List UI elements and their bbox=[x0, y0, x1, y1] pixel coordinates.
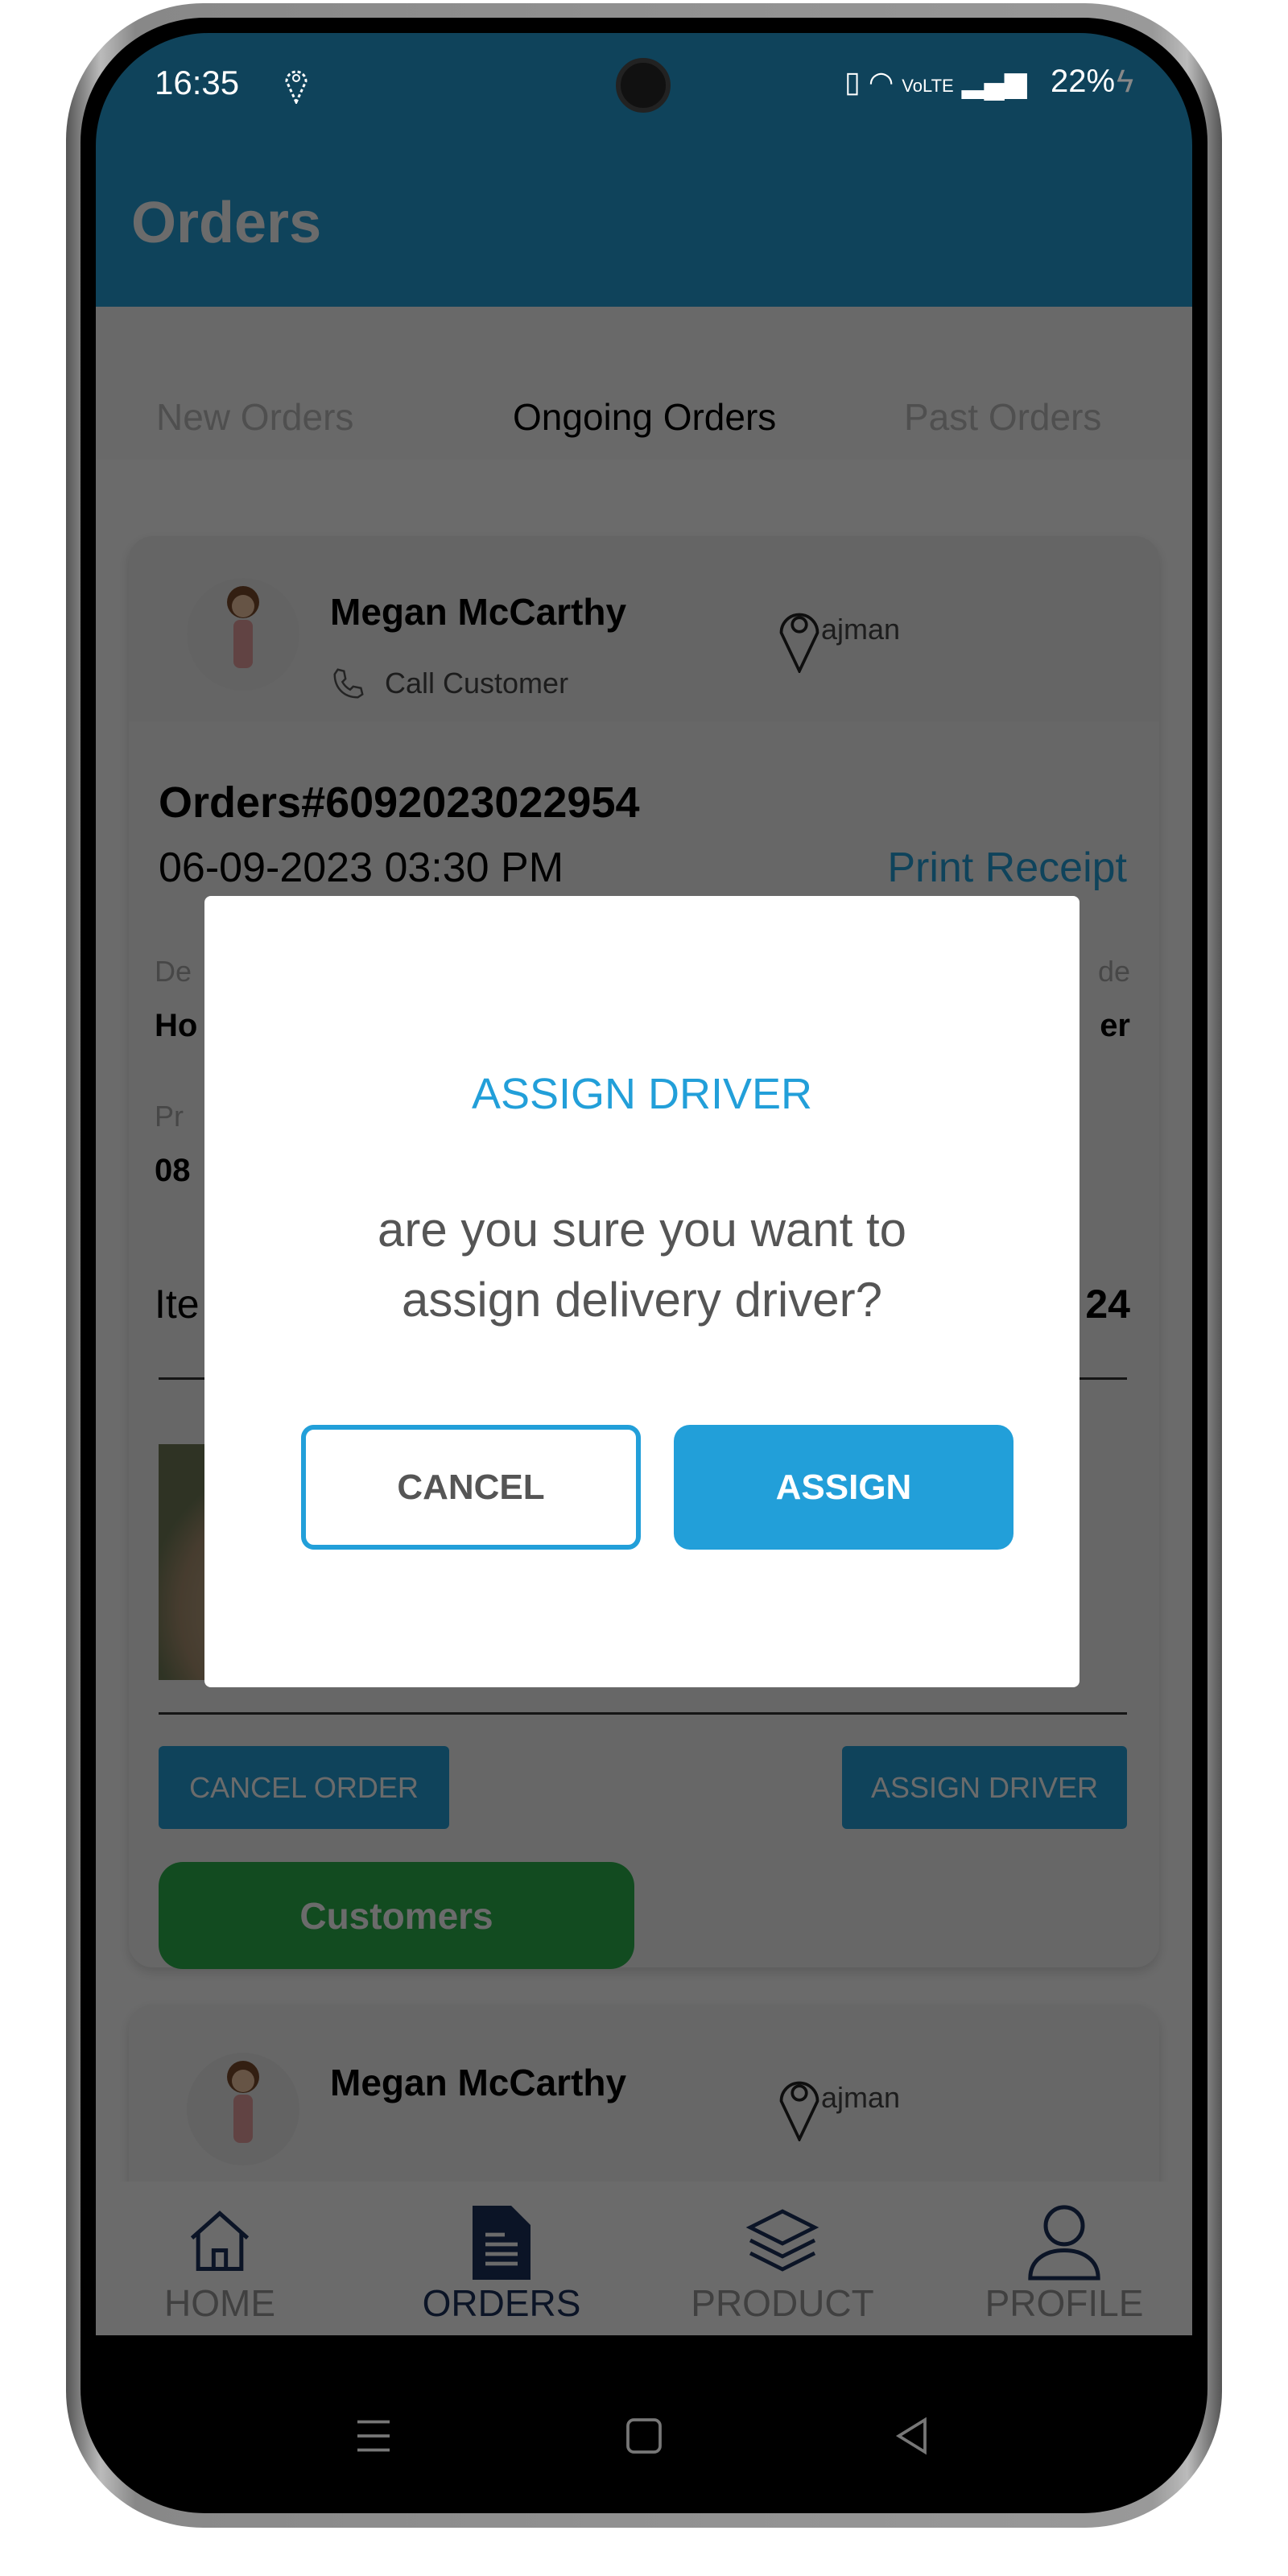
user-icon bbox=[1028, 2205, 1100, 2281]
field-label: Pr bbox=[155, 1100, 184, 1133]
field-value: Ho bbox=[155, 1008, 198, 1043]
dialog-cancel-button[interactable]: CANCEL bbox=[301, 1425, 641, 1550]
customer-name: Megan McCarthy bbox=[330, 591, 627, 633]
nav-profile[interactable]: PROFILE bbox=[943, 2182, 1185, 2335]
tab-ongoing-orders[interactable]: Ongoing Orders bbox=[513, 395, 776, 439]
nav-label: ORDERS bbox=[422, 2282, 581, 2324]
customers-button[interactable]: Customers bbox=[159, 1862, 634, 1969]
dialog-message-line2: assign delivery driver? bbox=[402, 1273, 882, 1327]
order-number: Orders#6092023022954 bbox=[159, 778, 640, 827]
location-pin-icon bbox=[779, 2081, 819, 2141]
customer-name: Megan McCarthy bbox=[330, 2062, 627, 2103]
field-value: er bbox=[1100, 1008, 1130, 1043]
nav-product[interactable]: PRODUCT bbox=[662, 2182, 903, 2335]
home-icon bbox=[190, 2211, 250, 2271]
nav-label: HOME bbox=[164, 2282, 275, 2324]
charging-icon: ϟ bbox=[1117, 64, 1134, 99]
home-button-icon[interactable] bbox=[624, 2416, 664, 2456]
bottom-nav: HOME ORDERS PRODUCT PROFILE bbox=[96, 2182, 1192, 2335]
document-icon bbox=[473, 2206, 530, 2280]
layers-icon bbox=[745, 2209, 819, 2272]
location-pin-icon bbox=[779, 613, 819, 673]
order-tabs: New Orders Ongoing Orders Past Orders bbox=[96, 307, 1192, 460]
tab-past-orders[interactable]: Past Orders bbox=[904, 395, 1101, 439]
dialog-assign-button[interactable]: ASSIGN bbox=[674, 1425, 1013, 1550]
recent-apps-icon[interactable] bbox=[353, 2416, 394, 2456]
battery-level: 22% bbox=[1051, 64, 1116, 99]
assign-driver-button[interactable]: ASSIGN DRIVER bbox=[842, 1746, 1127, 1829]
screen: Orders New Orders Ongoing Orders Past Or… bbox=[96, 33, 1192, 2496]
camera-cutout bbox=[616, 58, 671, 113]
page-title: Orders bbox=[131, 191, 322, 255]
back-icon[interactable] bbox=[893, 2416, 933, 2456]
status-bar: 16:35 ▯ ◠ VoLTE ▂▄▆ 22% ϟ bbox=[96, 33, 1192, 138]
clock: 16:35 bbox=[155, 64, 240, 101]
dialog-title: ASSIGN DRIVER bbox=[471, 1070, 813, 1118]
wifi-icon: ◠ bbox=[868, 65, 894, 98]
vibrate-icon: ▯ bbox=[844, 65, 861, 98]
field-label: De bbox=[155, 955, 192, 988]
cancel-order-button[interactable]: CANCEL ORDER bbox=[159, 1746, 449, 1829]
items-total: 24 bbox=[1085, 1282, 1130, 1327]
avatar bbox=[187, 2053, 299, 2165]
assign-driver-dialog: ASSIGN DRIVER are you sure you want to a… bbox=[204, 896, 1080, 1687]
nav-label: PROFILE bbox=[985, 2282, 1144, 2324]
divider bbox=[159, 1712, 1127, 1715]
call-customer-link[interactable]: Call Customer bbox=[385, 667, 568, 700]
order-date: 06-09-2023 03:30 PM bbox=[159, 844, 564, 891]
nav-label: PRODUCT bbox=[691, 2282, 874, 2324]
nav-home[interactable]: HOME bbox=[99, 2182, 341, 2335]
customer-location: ajman bbox=[821, 613, 901, 646]
status-icons: ▯ ◠ VoLTE ▂▄▆ bbox=[844, 65, 1027, 99]
items-label: Ite bbox=[155, 1282, 200, 1327]
signal-icon: ▂▄▆ bbox=[961, 65, 1027, 98]
system-nav-bar bbox=[96, 2335, 1192, 2496]
print-receipt-link[interactable]: Print Receipt bbox=[887, 844, 1127, 892]
phone-icon bbox=[333, 668, 364, 699]
dialog-message-line1: are you sure you want to bbox=[377, 1203, 907, 1257]
avatar bbox=[187, 578, 299, 691]
field-label: de bbox=[1097, 955, 1130, 988]
field-value: 08 bbox=[155, 1153, 191, 1188]
customer-location: ajman bbox=[821, 2081, 901, 2114]
nav-orders[interactable]: ORDERS bbox=[381, 2182, 622, 2335]
location-icon bbox=[285, 70, 308, 104]
tab-new-orders[interactable]: New Orders bbox=[156, 395, 353, 439]
volte-icon: VoLTE bbox=[902, 76, 954, 96]
